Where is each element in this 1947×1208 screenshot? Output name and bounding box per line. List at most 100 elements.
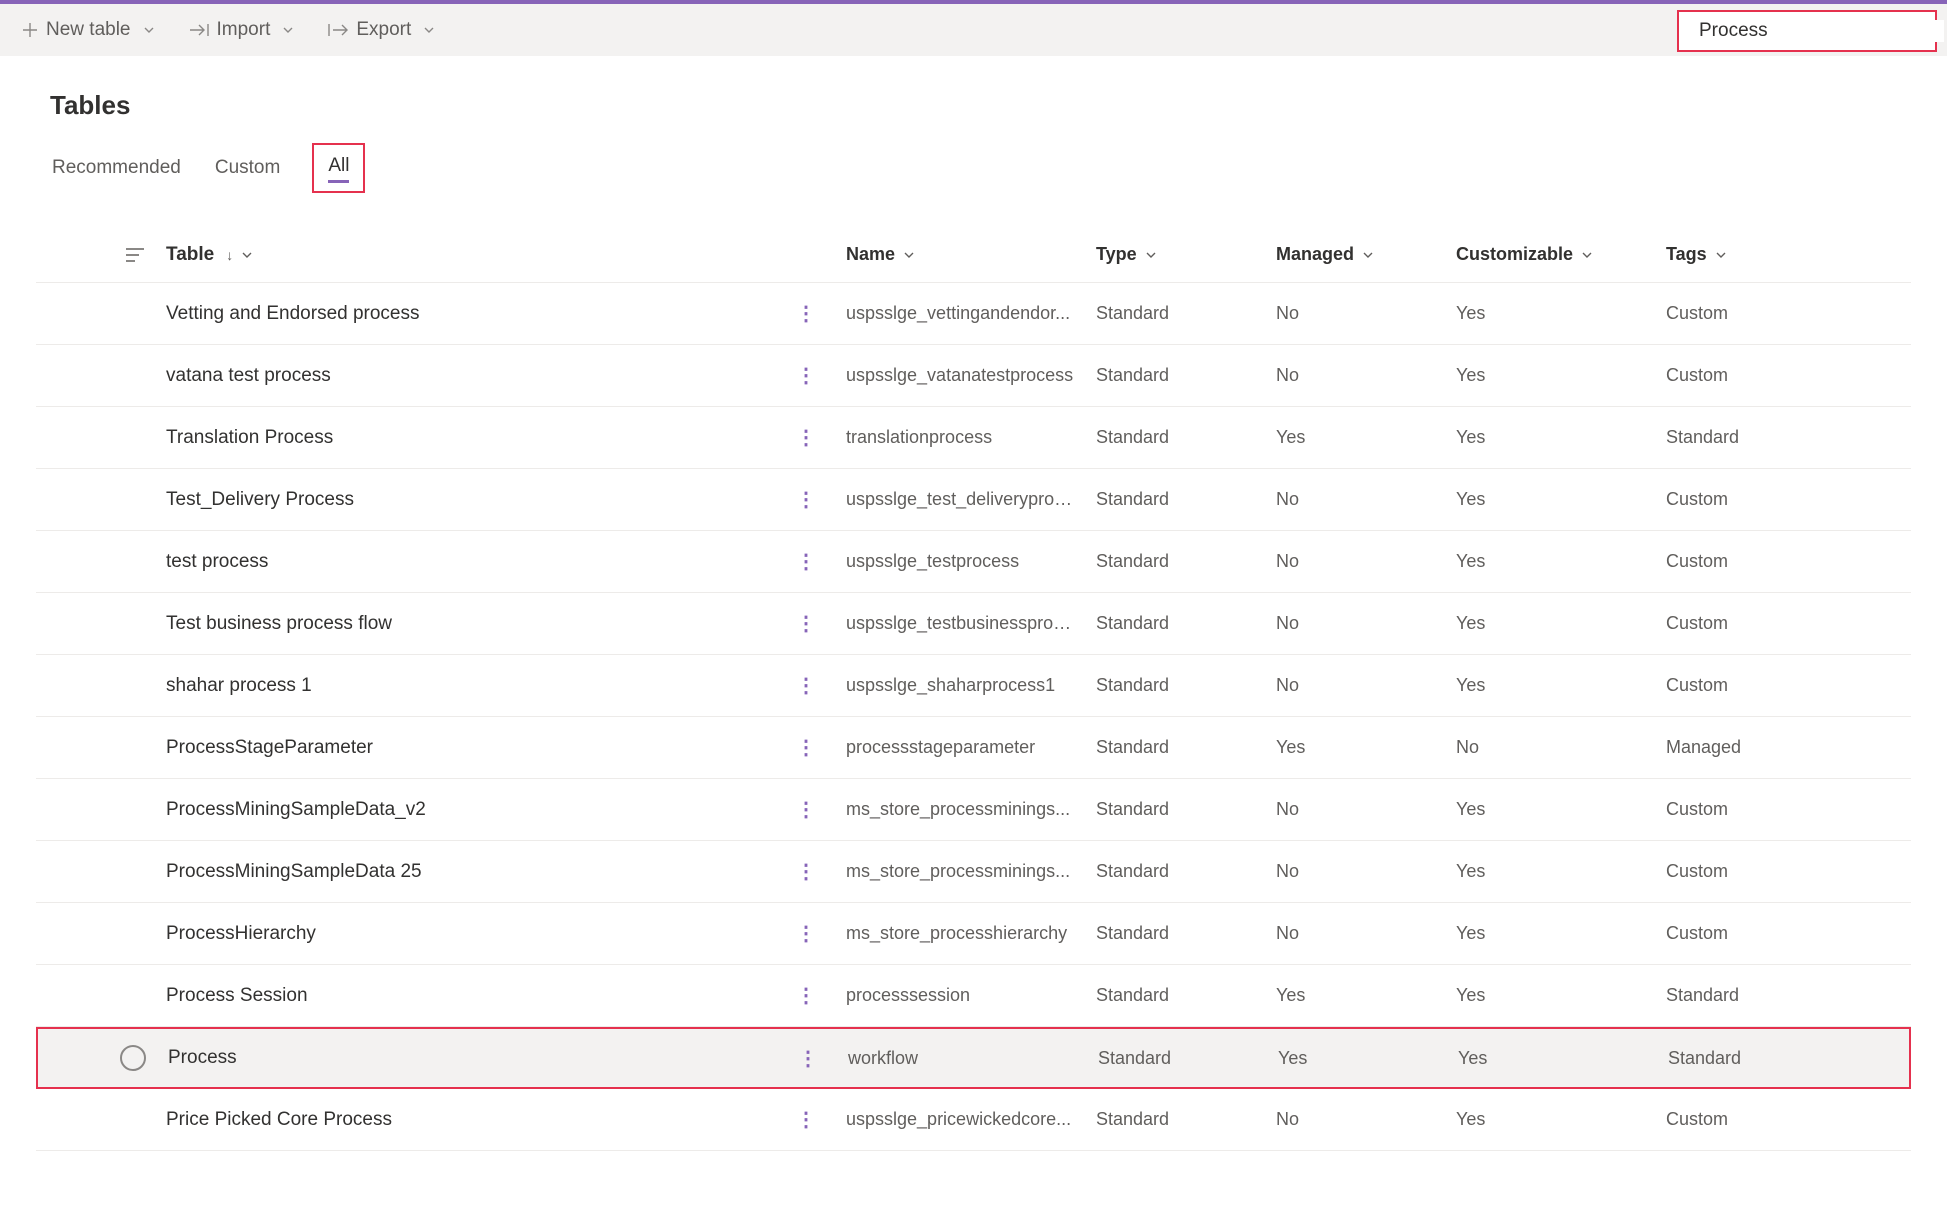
cell-table[interactable]: Vetting and Endorsed process ⋮ xyxy=(166,303,846,325)
cell-customizable: Yes xyxy=(1456,675,1666,696)
table-row[interactable]: Translation Process⋮translationprocessSt… xyxy=(36,407,1911,469)
new-table-button[interactable]: New table xyxy=(14,13,163,47)
chevron-down-icon xyxy=(143,24,155,36)
cell-name: uspsslge_testprocess xyxy=(846,551,1096,572)
tab-all[interactable]: All xyxy=(312,143,365,193)
column-header-type[interactable]: Type xyxy=(1096,244,1276,265)
table-row[interactable]: Process Session⋮processsessionStandardYe… xyxy=(36,965,1911,1027)
tab-recommended[interactable]: Recommended xyxy=(50,151,183,185)
cell-type: Standard xyxy=(1096,861,1276,882)
new-table-label: New table xyxy=(46,19,131,41)
cell-customizable: Yes xyxy=(1456,923,1666,944)
cell-customizable: Yes xyxy=(1456,551,1666,572)
cell-table[interactable]: ProcessStageParameter⋮ xyxy=(166,737,846,759)
table-row[interactable]: ProcessStageParameter⋮processstageparame… xyxy=(36,717,1911,779)
cell-table[interactable]: ProcessHierarchy⋮ xyxy=(166,923,846,945)
cell-table[interactable]: Process⋮ xyxy=(168,1047,848,1069)
row-more-button[interactable]: ⋮ xyxy=(796,1107,816,1132)
cell-tags: Custom xyxy=(1666,1109,1891,1130)
row-more-button[interactable]: ⋮ xyxy=(796,921,816,946)
table-row[interactable]: vatana test process⋮uspsslge_vatanatestp… xyxy=(36,345,1911,407)
cell-table[interactable]: ProcessMiningSampleData 25⋮ xyxy=(166,861,846,883)
cell-type: Standard xyxy=(1096,489,1276,510)
cell-managed: Yes xyxy=(1276,985,1456,1006)
column-header-table-label: Table xyxy=(166,244,214,266)
row-more-button[interactable]: ⋮ xyxy=(796,797,816,822)
cell-table-label: Vetting and Endorsed process xyxy=(166,303,420,325)
table-row[interactable]: Test_Delivery Process ⋮ uspsslge_test_deli… xyxy=(36,469,1911,531)
row-more-button[interactable]: ⋮ xyxy=(796,611,816,636)
table-row[interactable]: Test business process flow⋮uspsslge_test… xyxy=(36,593,1911,655)
cell-customizable: Yes xyxy=(1456,427,1666,448)
column-header-name[interactable]: Name xyxy=(846,244,1096,265)
row-more-button[interactable]: ⋮ xyxy=(796,735,816,760)
table-row[interactable]: Vetting and Endorsed process ⋮ uspsslge_ve… xyxy=(36,283,1911,345)
cell-table[interactable]: Process Session⋮ xyxy=(166,985,846,1007)
cell-managed: No xyxy=(1276,365,1456,386)
cell-name: processsession xyxy=(846,985,1096,1006)
cell-name: translationprocess xyxy=(846,427,1096,448)
cell-name: ms_store_processminings... xyxy=(846,861,1096,882)
cell-table[interactable]: ProcessMiningSampleData_v2⋮ xyxy=(166,799,846,821)
cell-table[interactable]: vatana test process⋮ xyxy=(166,365,846,387)
column-header-tags-label: Tags xyxy=(1666,244,1707,265)
cell-table-label: Test_Delivery Process xyxy=(166,489,354,511)
chevron-down-icon xyxy=(903,249,915,261)
export-button[interactable]: Export xyxy=(320,13,443,47)
row-more-button[interactable]: ⋮ xyxy=(798,1046,818,1071)
column-header-managed[interactable]: Managed xyxy=(1276,244,1456,265)
column-header-customizable[interactable]: Customizable xyxy=(1456,244,1666,265)
row-more-button[interactable]: ⋮ xyxy=(796,363,816,388)
list-icon xyxy=(126,248,144,262)
cell-type: Standard xyxy=(1096,427,1276,448)
cell-table[interactable]: Translation Process⋮ xyxy=(166,427,846,449)
row-more-button[interactable]: ⋮ xyxy=(796,487,816,512)
table-row[interactable]: ProcessMiningSampleData_v2⋮ms_store_proc… xyxy=(36,779,1911,841)
cell-managed: No xyxy=(1276,613,1456,634)
table-row[interactable]: ProcessMiningSampleData 25⋮ms_store_proc… xyxy=(36,841,1911,903)
import-label: Import xyxy=(217,19,271,41)
row-more-button[interactable]: ⋮ xyxy=(796,859,816,884)
cell-table[interactable]: Price Picked Core Process⋮ xyxy=(166,1109,846,1131)
table-row[interactable]: shahar process 1⋮uspsslge_shaharprocess1… xyxy=(36,655,1911,717)
table-row[interactable]: test process⋮uspsslge_testprocessStandar… xyxy=(36,531,1911,593)
cell-type: Standard xyxy=(1096,737,1276,758)
column-header-customizable-label: Customizable xyxy=(1456,244,1573,265)
chevron-down-icon xyxy=(1715,249,1727,261)
cell-table[interactable]: test process⋮ xyxy=(166,551,846,573)
table-row[interactable]: ProcessHierarchy⋮ms_store_processhierarc… xyxy=(36,903,1911,965)
command-bar: New table Import Export xyxy=(0,0,1947,56)
cell-managed: Yes xyxy=(1276,737,1456,758)
cell-name: uspsslge_test_deliveryproc... xyxy=(846,489,1096,510)
import-button[interactable]: Import xyxy=(181,13,303,47)
cell-managed: No xyxy=(1276,861,1456,882)
cell-name: uspsslge_vettingandendor... xyxy=(846,303,1096,324)
cell-table[interactable]: Test business process flow⋮ xyxy=(166,613,846,635)
tab-list: Recommended Custom All xyxy=(50,143,1911,193)
cell-name: ms_store_processminings... xyxy=(846,799,1096,820)
tab-custom[interactable]: Custom xyxy=(213,151,282,185)
cell-type: Standard xyxy=(1096,799,1276,820)
row-more-button[interactable]: ⋮ xyxy=(796,301,816,326)
row-more-button[interactable]: ⋮ xyxy=(796,425,816,450)
table-row[interactable]: Process⋮workflowStandardYesYesStandard xyxy=(36,1027,1911,1089)
cell-type: Standard xyxy=(1096,1109,1276,1130)
column-header-table[interactable]: Table ↓ xyxy=(166,244,846,266)
cell-customizable: Yes xyxy=(1456,613,1666,634)
row-more-button[interactable]: ⋮ xyxy=(796,673,816,698)
cell-table[interactable]: Test_Delivery Process ⋮ xyxy=(166,489,846,511)
row-select-radio[interactable] xyxy=(120,1045,146,1071)
plus-icon xyxy=(22,22,38,38)
search-input[interactable] xyxy=(1699,20,1944,42)
cell-managed: No xyxy=(1276,675,1456,696)
column-header-index[interactable] xyxy=(36,248,166,262)
cell-name: uspsslge_shaharprocess1 xyxy=(846,675,1096,696)
cell-managed: No xyxy=(1276,1109,1456,1130)
row-more-button[interactable]: ⋮ xyxy=(796,549,816,574)
cell-table[interactable]: shahar process 1⋮ xyxy=(166,675,846,697)
table-row[interactable]: Price Picked Core Process⋮uspsslge_price… xyxy=(36,1089,1911,1151)
search-box[interactable] xyxy=(1677,10,1937,52)
row-select-cell[interactable] xyxy=(38,1045,168,1071)
row-more-button[interactable]: ⋮ xyxy=(796,983,816,1008)
column-header-tags[interactable]: Tags xyxy=(1666,244,1891,265)
